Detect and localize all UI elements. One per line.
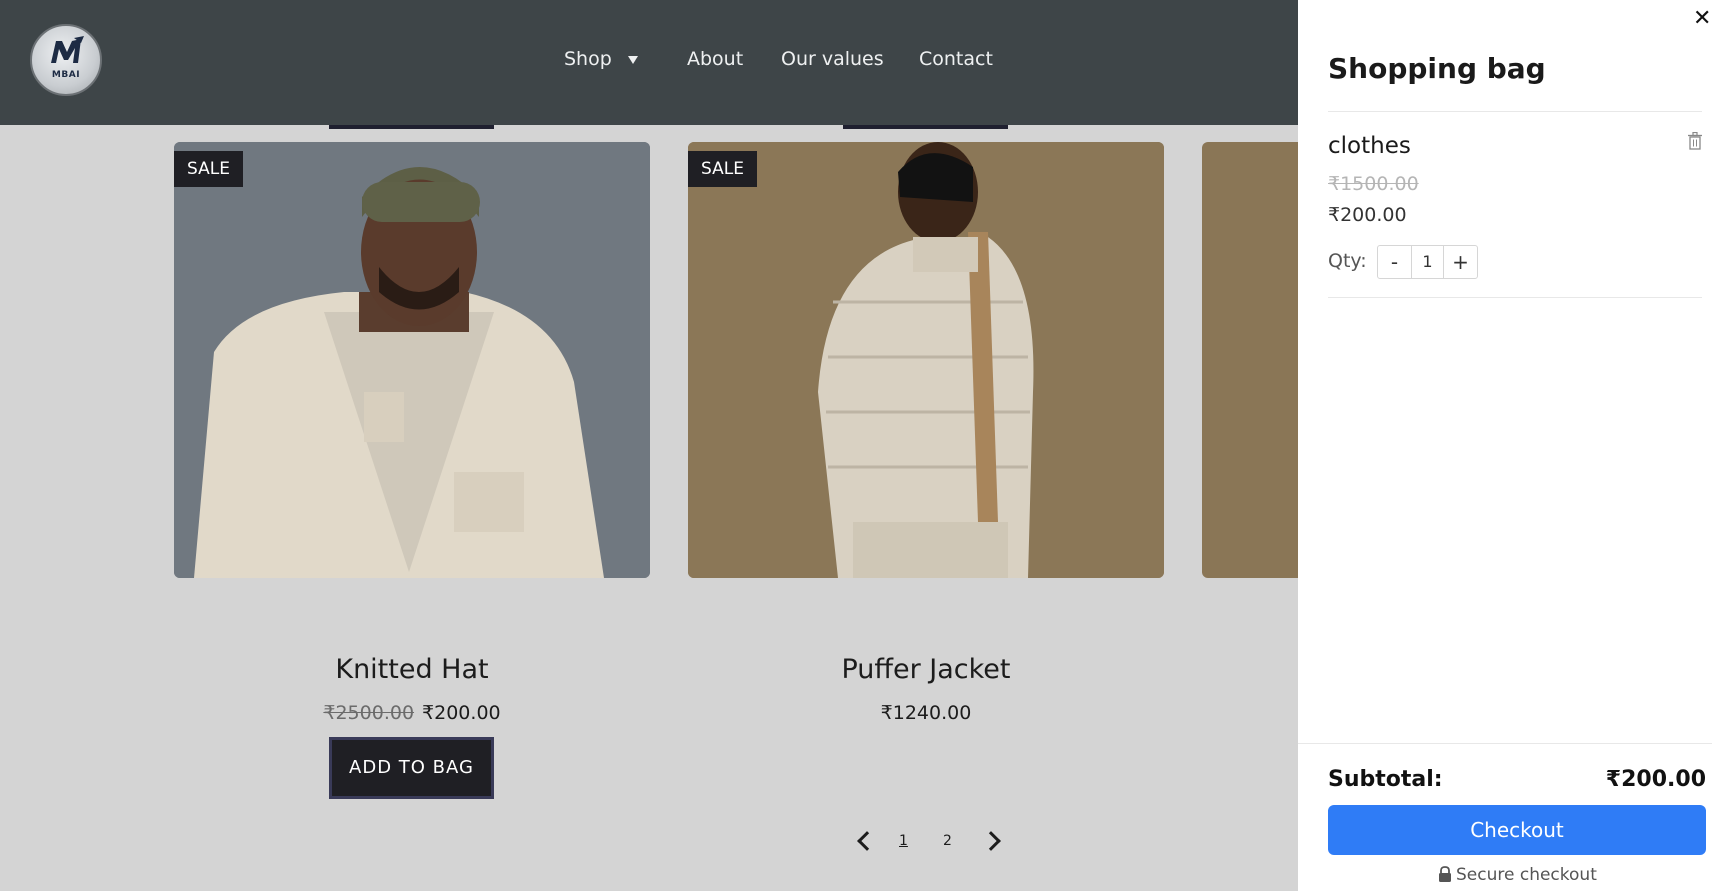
divider <box>1328 297 1702 298</box>
page-link-1[interactable]: 1 <box>899 833 908 849</box>
qty-value[interactable]: 1 <box>1411 246 1444 278</box>
nav-contact[interactable]: Contact <box>919 48 993 70</box>
drawer-title: Shopping bag <box>1328 52 1546 85</box>
divider <box>1328 111 1702 112</box>
divider <box>1298 743 1712 744</box>
lock-icon <box>1439 866 1451 882</box>
previous-row-button-edge <box>329 125 494 129</box>
chevron-right-icon[interactable] <box>981 831 1001 851</box>
product-price: ₹2500.00 ₹200.00 <box>174 702 650 724</box>
product-image-partial[interactable] <box>1202 142 1312 578</box>
chevron-left-icon[interactable] <box>857 831 877 851</box>
pagination: 1 2 <box>850 826 1010 856</box>
product-photo-man-jacket <box>174 142 650 578</box>
cart-item-name: clothes <box>1328 133 1411 159</box>
secure-checkout-note: Secure checkout <box>1438 865 1597 885</box>
cart-item-original-price: ₹1500.00 <box>1328 173 1419 195</box>
product-image-puffer-jacket[interactable]: SALE <box>688 142 1164 578</box>
add-to-bag-button[interactable]: ADD TO BAG <box>329 737 494 799</box>
checkout-button[interactable]: Checkout <box>1328 805 1706 855</box>
sale-price: ₹200.00 <box>422 702 501 724</box>
product-image-knitted-hat[interactable]: SALE <box>174 142 650 578</box>
quantity-stepper: - 1 + <box>1377 245 1478 279</box>
qty-increment-button[interactable]: + <box>1444 246 1477 278</box>
sale-badge: SALE <box>688 151 757 187</box>
shopping-bag-drawer: ✕ Shopping bag clothes ₹1500.00 ₹200.00 … <box>1298 0 1712 891</box>
nav-about[interactable]: About <box>687 48 743 70</box>
trash-icon[interactable] <box>1688 132 1702 150</box>
nav-our-values[interactable]: Our values <box>781 48 884 70</box>
sale-badge: SALE <box>174 151 243 187</box>
original-price: ₹2500.00 <box>323 702 415 724</box>
close-icon[interactable]: ✕ <box>1693 8 1712 30</box>
product-price: ₹1240.00 <box>880 702 972 724</box>
product-photo-puffer-jacket <box>688 142 1164 578</box>
product-title[interactable]: Knitted Hat <box>174 654 650 685</box>
qty-decrement-button[interactable]: - <box>1378 246 1411 278</box>
secure-checkout-text: Secure checkout <box>1456 865 1597 885</box>
qty-label: Qty: <box>1328 250 1367 272</box>
page-link-2[interactable]: 2 <box>943 833 952 849</box>
subtotal-label: Subtotal: <box>1328 767 1443 792</box>
previous-row-button-edge <box>843 125 1008 129</box>
cart-item-price: ₹200.00 <box>1328 204 1407 226</box>
dropdown-caret-icon[interactable] <box>628 56 638 64</box>
subtotal-value: ₹200.00 <box>1605 767 1706 792</box>
product-title[interactable]: Puffer Jacket <box>688 654 1164 685</box>
nav-shop[interactable]: Shop <box>564 48 612 70</box>
